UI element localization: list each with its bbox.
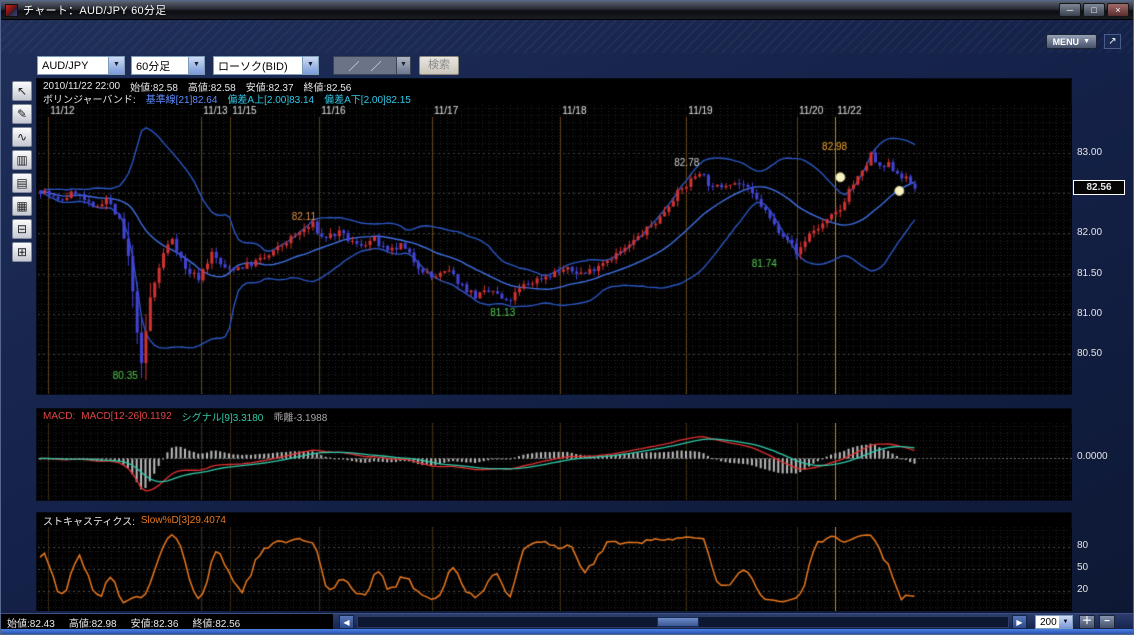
timeframe-select-value: 60分足 bbox=[136, 60, 171, 73]
print-tool-button[interactable]: ⊟ bbox=[12, 219, 32, 239]
zoom-in-button[interactable]: ＋ bbox=[1079, 615, 1095, 629]
stochastics-value: Slow%D[3]29.4074 bbox=[140, 515, 226, 526]
chart-type-select-value: ローソク(BID) bbox=[218, 60, 288, 73]
range-open: 始値:82.43 bbox=[7, 618, 55, 630]
macd-divergence: 乖離-3.1988 bbox=[273, 413, 328, 424]
pointer-tool-button[interactable]: ↖ bbox=[12, 81, 32, 101]
macd-panel: MACD: MACD[12-26]0.1192 シグナル[9]3.3180 乖離… bbox=[37, 409, 1072, 500]
date-input-value: ／ ／ bbox=[348, 60, 382, 73]
sheet-tool-button[interactable]: ▤ bbox=[12, 173, 32, 193]
macd-value: MACD[12-26]0.1192 bbox=[81, 411, 172, 422]
bollinger-label: ボリンジャーバンド: bbox=[43, 94, 136, 106]
app-window: チャート：AUD/JPY 60分足 ─ □ × MENU ▼ ↗ AUD/JPY… bbox=[0, 0, 1134, 635]
timeframe-select[interactable]: 60分足 ▼ bbox=[131, 56, 205, 75]
chevron-down-icon[interactable]: ▼ bbox=[302, 57, 318, 74]
stochastics-bar: ストキャスティクス: Slow%D[3]29.4074 bbox=[38, 514, 1070, 528]
search-button[interactable]: 検索 bbox=[419, 56, 459, 75]
tool-column: ↖ ✎ ∿ ▥ ▤ ▦ ⊟ ⊞ bbox=[12, 81, 33, 262]
price-label: 82.00 bbox=[1077, 227, 1103, 239]
macd-zero-label: 0.0000 bbox=[1077, 450, 1108, 462]
bar-chart-tool-button[interactable]: ▥ bbox=[12, 150, 32, 170]
bollinger-basis: 基準線[21]82.64 bbox=[145, 94, 218, 106]
grid-tool-button[interactable]: ▦ bbox=[12, 196, 32, 216]
stoch-axis-label: 80 bbox=[1077, 540, 1089, 552]
bollinger-bar: ボリンジャーバンド: 基準線[21]82.64 偏差A上[2.00]83.14 … bbox=[38, 92, 1070, 106]
macd-label: MACD: bbox=[43, 411, 76, 422]
price-label: 80.50 bbox=[1077, 347, 1103, 359]
chevron-down-icon[interactable]: ▼ bbox=[1059, 616, 1072, 628]
stoch-axis-label: 50 bbox=[1077, 562, 1089, 573]
pair-select[interactable]: AUD/JPY ▼ bbox=[37, 56, 125, 75]
stochastics-label: ストキャスティクス: bbox=[43, 517, 135, 528]
range-close: 終値:82.56 bbox=[192, 618, 241, 630]
price-label: 83.00 bbox=[1077, 147, 1103, 159]
current-price-marker: 82.56 bbox=[1073, 180, 1125, 196]
price-label: 81.50 bbox=[1077, 267, 1103, 279]
titlebar: チャート：AUD/JPY 60分足 ─ □ × bbox=[1, 1, 1133, 20]
scroll-left-button[interactable]: ◀ bbox=[339, 615, 354, 629]
stochastics-panel: ストキャスティクス: Slow%D[3]29.4074 bbox=[37, 513, 1072, 611]
range-low: 安値:82.36 bbox=[130, 618, 179, 630]
window-title: チャート：AUD/JPY 60分足 bbox=[23, 5, 167, 17]
stoch-axis-label: 20 bbox=[1077, 583, 1089, 595]
taskbar-strip bbox=[1, 629, 1133, 634]
chevron-down-icon[interactable]: ▼ bbox=[188, 57, 204, 74]
chevron-down-icon[interactable]: ▼ bbox=[396, 57, 410, 74]
chart-scrollbar[interactable] bbox=[357, 616, 1009, 628]
pair-select-value: AUD/JPY bbox=[42, 59, 89, 72]
price-label: 81.00 bbox=[1077, 307, 1103, 319]
zoom-out-button[interactable]: − bbox=[1099, 615, 1115, 629]
scrollbar-thumb[interactable] bbox=[657, 617, 699, 627]
macd-chart-canvas[interactable] bbox=[38, 423, 1072, 500]
stochastics-chart-canvas[interactable] bbox=[38, 527, 1072, 611]
bollinger-upper: 偏差A上[2.00]83.14 bbox=[227, 94, 315, 106]
candle-count-value: 200 bbox=[1040, 616, 1057, 628]
date-input[interactable]: ／ ／ ▼ bbox=[333, 56, 411, 75]
bollinger-lower: 偏差A下[2.00]82.15 bbox=[324, 94, 411, 106]
range-high: 高値:82.98 bbox=[68, 618, 117, 630]
draw-tool-button[interactable]: ✎ bbox=[12, 104, 32, 124]
price-axis: 83.00 82.00 81.50 81.00 80.50 82.56 0.0000 80 50… bbox=[1073, 1, 1133, 613]
price-panel: 2010/11/22 22:00 始値:82.58 高値:82.58 安値:82… bbox=[37, 79, 1072, 394]
chart-type-select[interactable]: ローソク(BID) ▼ bbox=[213, 56, 319, 75]
range-summary: 始値:82.43 高値:82.98 安値:82.36 終値:82.56 bbox=[1, 614, 333, 630]
chevron-down-icon[interactable]: ▼ bbox=[108, 57, 124, 74]
layout-tool-button[interactable]: ⊞ bbox=[12, 242, 32, 262]
status-bar: 始値:82.43 高値:82.98 安値:82.36 終値:82.56 ◀ ▶ … bbox=[1, 613, 1133, 630]
macd-bar: MACD: MACD[12-26]0.1192 シグナル[9]3.3180 乖離… bbox=[38, 410, 1070, 424]
header-band bbox=[1, 20, 1133, 53]
price-chart-canvas[interactable] bbox=[38, 105, 1072, 394]
line-chart-tool-button[interactable]: ∿ bbox=[12, 127, 32, 147]
candle-count-select[interactable]: 200 ▼ bbox=[1035, 615, 1073, 629]
macd-signal: シグナル[9]3.3180 bbox=[181, 413, 264, 424]
app-icon bbox=[5, 3, 18, 17]
scroll-right-button[interactable]: ▶ bbox=[1012, 615, 1027, 629]
